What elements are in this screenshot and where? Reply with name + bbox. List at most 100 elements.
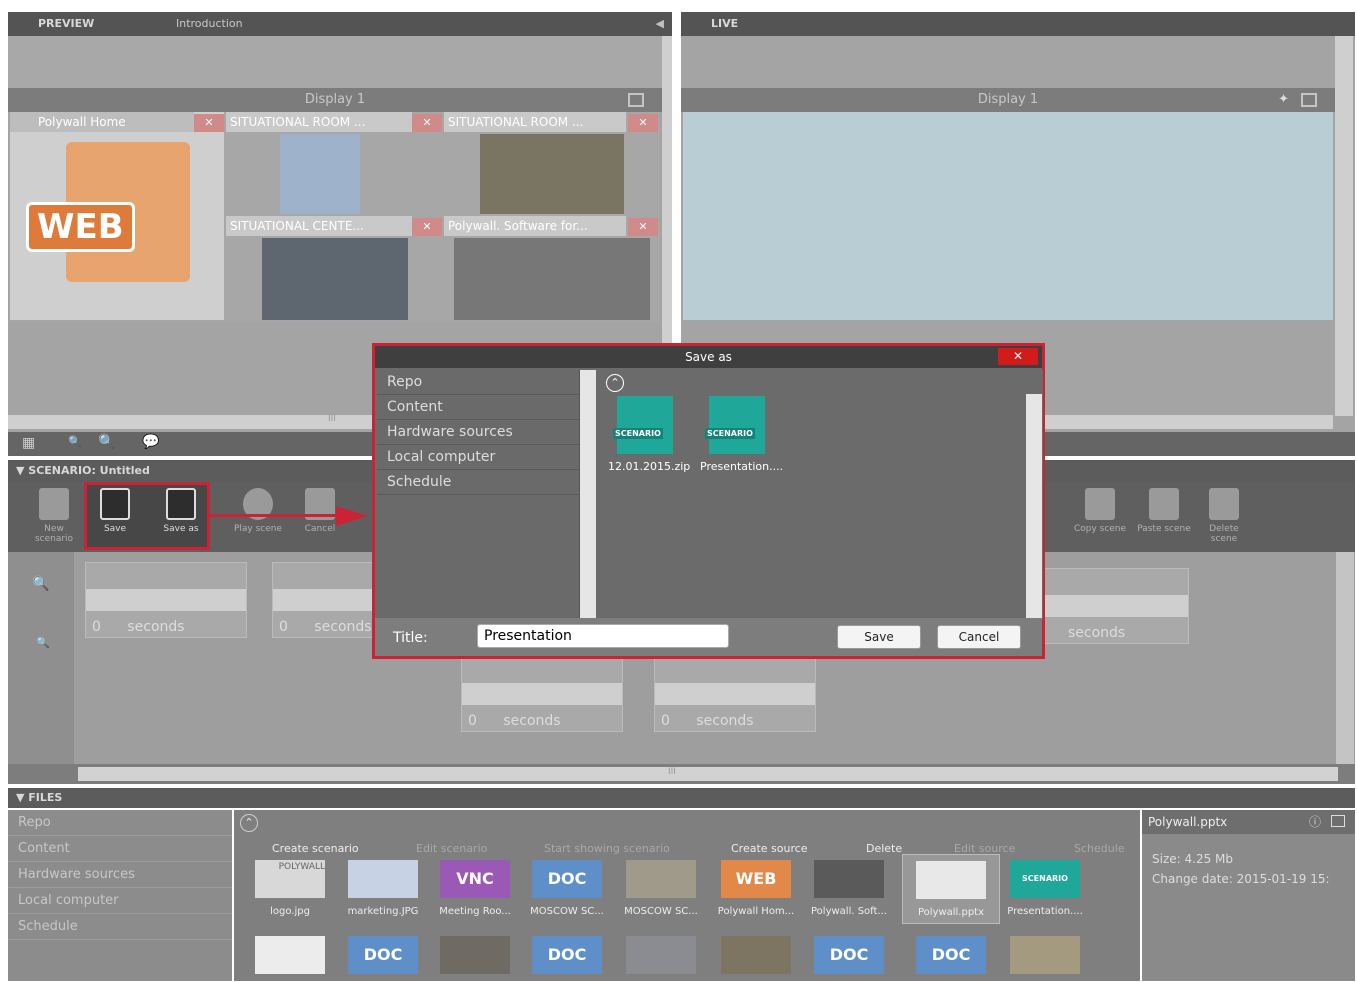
collapse-left-icon[interactable]: ◀: [656, 12, 664, 36]
zoom-out-icon[interactable]: 🔍: [36, 636, 50, 649]
file-item[interactable]: [616, 936, 706, 982]
save-as-dialog: Save as ✕ Repo Content Hardware sources …: [372, 343, 1045, 659]
close-tile-button[interactable]: ✕: [628, 114, 658, 132]
file-item[interactable]: DOC: [522, 936, 612, 982]
scenario-hscrollbar[interactable]: III: [78, 767, 1338, 781]
close-tile-button[interactable]: ✕: [628, 218, 658, 236]
zoom-in-icon[interactable]: 🔍: [98, 434, 115, 450]
file-item[interactable]: Polywall. Soft...: [804, 860, 894, 917]
file-item[interactable]: DOC: [804, 936, 894, 982]
file-item[interactable]: SCENARIO Presentation....: [1000, 860, 1090, 917]
save-button[interactable]: Save: [92, 488, 138, 534]
file-item[interactable]: [250, 936, 330, 982]
grid-view-icon[interactable]: ▦: [22, 435, 35, 451]
live-display-title: Display 1 ✦: [681, 88, 1335, 112]
play-scene-button[interactable]: Play scene: [230, 488, 286, 534]
paste-scene-button[interactable]: Paste scene: [1134, 488, 1194, 534]
files-sidebar-schedule[interactable]: Schedule: [8, 914, 232, 940]
tile-situational-room-2[interactable]: SITUATIONAL ROOM ... ✕: [444, 112, 660, 214]
dialog-sidebar-content[interactable]: Content: [377, 395, 579, 420]
files-header[interactable]: ▼ FILES: [8, 788, 1355, 808]
files-sidebar-local[interactable]: Local computer: [8, 888, 232, 914]
scenario-file[interactable]: SCENARIO Presentation....: [700, 396, 783, 473]
dialog-sidebar-repo[interactable]: Repo: [377, 370, 579, 395]
dialog-sidebar-schedule[interactable]: Schedule: [377, 470, 579, 495]
layout-icon[interactable]: [1301, 93, 1317, 107]
schedule-action[interactable]: Schedule: [1074, 842, 1125, 855]
files-sidebar-repo[interactable]: Repo: [8, 810, 232, 836]
delete-action[interactable]: Delete: [866, 842, 902, 855]
tile-polywall-software[interactable]: Polywall. Software for... ✕: [444, 216, 660, 322]
files-main: ⌃ Create scenario Edit scenario Start sh…: [234, 810, 1140, 981]
scene-card[interactable]: 0 seconds: [461, 656, 623, 732]
new-scenario-button[interactable]: New scenario: [30, 488, 78, 544]
create-source-action[interactable]: Create source: [731, 842, 808, 855]
save-button[interactable]: Save: [837, 625, 921, 649]
tile-title: SITUATIONAL CENTE...: [226, 216, 412, 236]
close-tile-button[interactable]: ✕: [412, 218, 442, 236]
cancel-button[interactable]: Cancel: [937, 625, 1021, 649]
file-item[interactable]: DOC: [340, 936, 426, 982]
live-header-label: LIVE: [711, 17, 739, 30]
close-tile-button[interactable]: ✕: [194, 114, 224, 132]
scene-duration: 0 seconds: [661, 713, 754, 729]
cursor-icon[interactable]: ✦: [1278, 88, 1289, 112]
zoom-in-icon[interactable]: 🔍: [32, 576, 49, 592]
scene-card[interactable]: 0 seconds: [85, 562, 247, 638]
photo-thumb: [721, 936, 791, 974]
dialog-sidebar-local[interactable]: Local computer: [377, 445, 579, 470]
dialog-sidebar-scrollbar[interactable]: [580, 370, 596, 618]
copy-scene-button[interactable]: Copy scene: [1070, 488, 1130, 534]
info-icon[interactable]: ⓘ: [1309, 810, 1321, 834]
zoom-out-icon[interactable]: 🔍: [68, 435, 82, 448]
delete-scene-button[interactable]: Delete scene: [1204, 488, 1244, 544]
file-item[interactable]: [1000, 936, 1090, 982]
tile-situational-room-1[interactable]: SITUATIONAL ROOM ... ✕: [226, 112, 442, 214]
photo-thumb: [626, 860, 696, 898]
edit-scenario-action[interactable]: Edit scenario: [416, 842, 487, 855]
file-item[interactable]: POLYWALL logo.jpg: [250, 860, 330, 917]
file-item[interactable]: VNC Meeting Roo...: [430, 860, 520, 917]
files-sidebar-hardware[interactable]: Hardware sources: [8, 862, 232, 888]
trash-icon: [1209, 488, 1239, 520]
create-scenario-action[interactable]: Create scenario: [272, 842, 359, 855]
file-item[interactable]: DOC: [902, 936, 1000, 982]
dialog-title: Save as: [685, 350, 732, 364]
new-scenario-label: New scenario: [34, 524, 74, 544]
file-item[interactable]: DOC MOSCOW SC...: [522, 860, 612, 917]
scenario-badge: SCENARIO: [705, 428, 755, 439]
tab-introduction[interactable]: Introduction: [176, 12, 243, 36]
file-info-header: Polywall.pptx ⓘ: [1142, 810, 1355, 834]
dialog-sidebar-hardware[interactable]: Hardware sources: [377, 420, 579, 445]
image-icon[interactable]: [1331, 815, 1345, 827]
files-sidebar-content[interactable]: Content: [8, 836, 232, 862]
tile-polywall-home[interactable]: Polywall Home ✕ WEB: [10, 112, 224, 320]
photo-thumb: [626, 936, 696, 974]
title-input[interactable]: [477, 624, 729, 648]
comment-icon[interactable]: 💬: [142, 434, 159, 450]
file-item-selected[interactable]: Polywall.pptx: [902, 854, 1000, 924]
scene-card[interactable]: seconds: [1027, 568, 1189, 644]
scenario-file[interactable]: SCENARIO 12.01.2015.zip: [608, 396, 690, 473]
save-as-button[interactable]: Save as: [158, 488, 204, 534]
dialog-file-scrollbar[interactable]: [1026, 394, 1042, 620]
files-sidebar: Repo Content Hardware sources Local comp…: [8, 810, 232, 981]
close-tile-button[interactable]: ✕: [412, 114, 442, 132]
scenario-vscrollbar[interactable]: [1336, 552, 1354, 764]
up-icon[interactable]: ⌃: [606, 374, 624, 392]
file-item[interactable]: [710, 936, 802, 982]
tile-situational-centre[interactable]: SITUATIONAL CENTE... ✕: [226, 216, 442, 322]
web-icon-label: WEB: [26, 202, 135, 252]
file-item[interactable]: [430, 936, 520, 982]
file-item[interactable]: MOSCOW SC...: [616, 860, 706, 917]
close-button[interactable]: ✕: [998, 348, 1038, 365]
start-showing-action[interactable]: Start showing scenario: [544, 842, 670, 855]
file-item[interactable]: marketing.JPG: [340, 860, 426, 917]
scenario-icon: SCENARIO: [613, 396, 673, 454]
live-vscrollbar[interactable]: [1335, 36, 1353, 416]
file-label: 12.01.2015.zip: [608, 460, 691, 473]
scene-card[interactable]: 0 seconds: [654, 656, 816, 732]
up-icon[interactable]: ⌃: [240, 814, 258, 832]
file-item[interactable]: WEB Polywall Hom...: [710, 860, 802, 917]
layout-icon[interactable]: [628, 93, 644, 107]
